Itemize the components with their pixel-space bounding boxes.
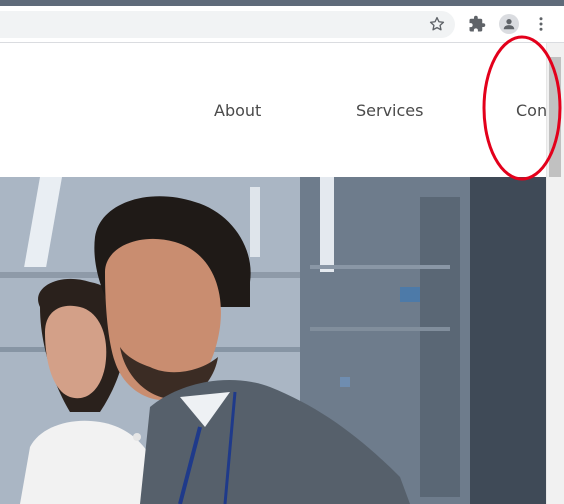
extensions-puzzle-icon[interactable] xyxy=(465,12,489,36)
profile-avatar-icon[interactable] xyxy=(497,12,521,36)
nav-link-about[interactable]: About xyxy=(214,101,261,120)
browser-toolbar xyxy=(0,6,564,43)
webpage-viewport: About Services Con xyxy=(0,43,546,504)
hero-image xyxy=(0,177,546,504)
vertical-scrollbar[interactable] xyxy=(546,43,564,504)
hero-photo-illustration xyxy=(0,177,546,504)
nav-link-services[interactable]: Services xyxy=(356,101,423,120)
address-bar[interactable] xyxy=(0,11,455,38)
menu-kebab-icon[interactable] xyxy=(529,12,553,36)
scrollbar-thumb[interactable] xyxy=(549,57,561,177)
nav-link-contact[interactable]: Con xyxy=(516,101,546,120)
bookmark-star-icon[interactable] xyxy=(425,12,449,36)
